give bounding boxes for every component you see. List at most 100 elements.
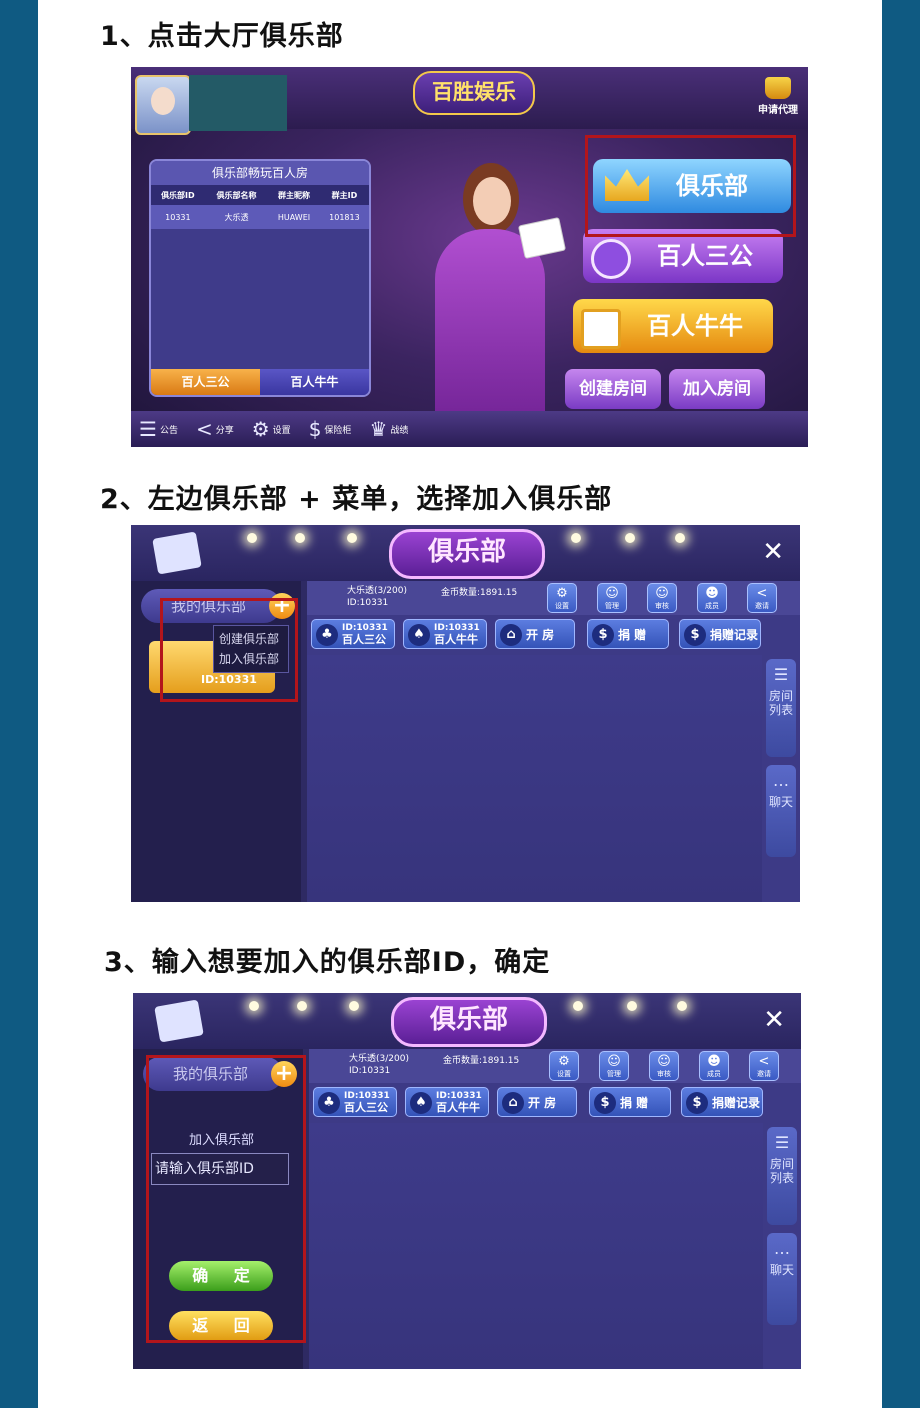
settings-button[interactable]: ⚙ 设置 [252,411,291,447]
open-room-label: 开 房 [528,1096,557,1110]
list-icon: ☰ [774,1133,790,1152]
icon-button-label: 邀请 [757,1070,771,1078]
club-members-button[interactable]: ☻ 成员 [697,583,727,613]
player-info-redacted [189,75,287,131]
sangong-button-label: 百人三公 [657,242,753,270]
light-bulb [249,1001,259,1011]
light-bulb [573,1001,583,1011]
playing-cards-icon [517,217,567,259]
light-bulb [675,533,685,543]
donate-log-button[interactable]: $ 捐赠记录 [679,619,761,649]
bottom-label: 设置 [272,425,291,436]
dollar-icon: $ [592,624,614,646]
niuniu-room-button[interactable]: ♠ ID:10331 百人牛牛 [403,619,487,649]
club-title: 俱乐部 [391,997,547,1047]
club-invite-button[interactable]: < 邀请 [749,1051,779,1081]
room-list-tab[interactable]: ☰ 房间列表 [766,659,796,757]
dollar-icon: $ [594,1092,616,1114]
room-list-area [307,655,762,902]
tab-sangong[interactable]: 百人三公 [151,369,260,395]
light-bulb [677,1001,687,1011]
icon-button-label: 邀请 [755,602,769,610]
table-cell: 10331 [151,205,205,229]
room-list-label: 房间列表 [768,689,793,717]
share-button[interactable]: < 分享 [196,411,234,447]
create-room-button[interactable]: 创建房间 [565,369,661,409]
niuniu-button[interactable]: 百人牛牛 [573,299,773,353]
niuniu-room-button[interactable]: ♠ ID:10331 百人牛牛 [405,1087,489,1117]
club-suit-icon: ♣ [316,624,338,646]
share-icon: < [758,1054,770,1069]
close-icon[interactable]: ✕ [762,537,784,567]
highlight-club-button [585,135,796,237]
sangong-button[interactable]: 百人三公 [583,229,783,283]
trophy-icon: ♛ [369,417,388,441]
club-id: ID:10331 [349,1066,391,1076]
club-header: 俱乐部 ✕ [133,993,801,1049]
user-add-icon: ☺ [657,1054,671,1069]
light-bulb [571,533,581,543]
notice-button[interactable]: ☰ 公告 [139,411,178,447]
sangong-room-button[interactable]: ♣ ID:10331 百人三公 [313,1087,397,1117]
column-header: 群主昵称 [268,185,320,205]
club-members-button[interactable]: ☻ 成员 [699,1051,729,1081]
player-avatar[interactable] [135,75,191,135]
join-room-button[interactable]: 加入房间 [669,369,765,409]
donate-button[interactable]: $ 捐 赠 [587,619,669,649]
donate-label: 捐 赠 [620,1096,649,1110]
club-manage-button[interactable]: ☺ 管理 [597,583,627,613]
column-header: 群主ID [319,185,369,205]
club-settings-button[interactable]: ⚙ 设置 [549,1051,579,1081]
table-row[interactable]: 10331 大乐透 HUAWEI 101813 [151,205,369,229]
avatar-face [151,87,175,115]
step-2-title: 2、左边俱乐部 + 菜单，选择加入俱乐部 [100,484,613,515]
table-cell: 大乐透 [204,205,269,229]
step-3-title: 3、输入想要加入的俱乐部ID，确定 [104,947,551,978]
cards-decoration-icon [152,531,202,575]
club-room-panel: 俱乐部畅玩百人房 俱乐部ID 俱乐部名称 群主昵称 群主ID 10331 大乐透… [149,159,371,397]
club-panel-tabs: 百人三公 百人牛牛 [151,369,369,395]
niuniu-button-label: 百人牛牛 [647,312,743,340]
bottom-label: 公告 [159,425,178,436]
club-settings-button[interactable]: ⚙ 设置 [547,583,577,613]
light-bulb [347,533,357,543]
app-logo: 百胜娱乐 [413,71,535,115]
club-invite-button[interactable]: < 邀请 [747,583,777,613]
close-icon[interactable]: ✕ [763,1005,785,1035]
chat-tab[interactable]: … 聊天 [766,765,796,857]
club-review-button[interactable]: ☺ 审核 [649,1051,679,1081]
club-menu-screenshot: 俱乐部 ✕ 我的俱乐部 + ID:10331 创建俱乐部 加入俱乐部 大乐透(3… [131,525,800,902]
safe-button[interactable]: $ 保险柜 [309,411,352,447]
room-list-tab[interactable]: ☰ 房间列表 [767,1127,797,1225]
sangong-room-button[interactable]: ♣ ID:10331 百人三公 [311,619,395,649]
user-add-icon: ☺ [655,586,669,601]
club-review-button[interactable]: ☺ 审核 [647,583,677,613]
tab-niuniu[interactable]: 百人牛牛 [260,369,369,395]
open-room-button[interactable]: ⌂ 开 房 [495,619,575,649]
users-icon: ☻ [705,586,719,601]
icon-button-label: 设置 [555,602,569,610]
highlight-join-form [146,1055,306,1343]
cards-icon [581,309,621,349]
bottom-label: 分享 [215,425,234,436]
club-manage-button[interactable]: ☺ 管理 [599,1051,629,1081]
icon-button-label: 管理 [605,602,619,610]
club-info-row: 大乐透(3/200) ID:10331 金币数量:1891.15 ⚙ 设置 ☺ 管理… [309,1049,801,1083]
step-1-title: 1、点击大厅俱乐部 [100,21,344,52]
apply-agent-button[interactable]: 申请代理 [753,77,803,116]
club-action-row: ♣ ID:10331 百人三公 ♠ ID:10331 百人牛牛 ⌂ 开 房 $ 捐 赠 $ 捐… [309,1087,801,1121]
open-room-button[interactable]: ⌂ 开 房 [497,1087,577,1117]
club-suit-icon: ♣ [318,1092,340,1114]
light-bulb [627,1001,637,1011]
icon-button-label: 成员 [707,1070,721,1078]
gold-amount: 金币数量:1891.15 [443,1056,520,1066]
donate-log-button[interactable]: $ 捐赠记录 [681,1087,763,1117]
chat-tab[interactable]: … 聊天 [767,1233,797,1325]
club-table: 俱乐部ID 俱乐部名称 群主昵称 群主ID 10331 大乐透 HUAWEI 1… [151,185,369,229]
chat-icon: … [774,1239,790,1258]
light-bulb [295,533,305,543]
donate-button[interactable]: $ 捐 赠 [589,1087,671,1117]
record-button[interactable]: ♛ 战绩 [369,411,408,447]
light-bulb [247,533,257,543]
spade-suit-icon: ♠ [408,624,430,646]
